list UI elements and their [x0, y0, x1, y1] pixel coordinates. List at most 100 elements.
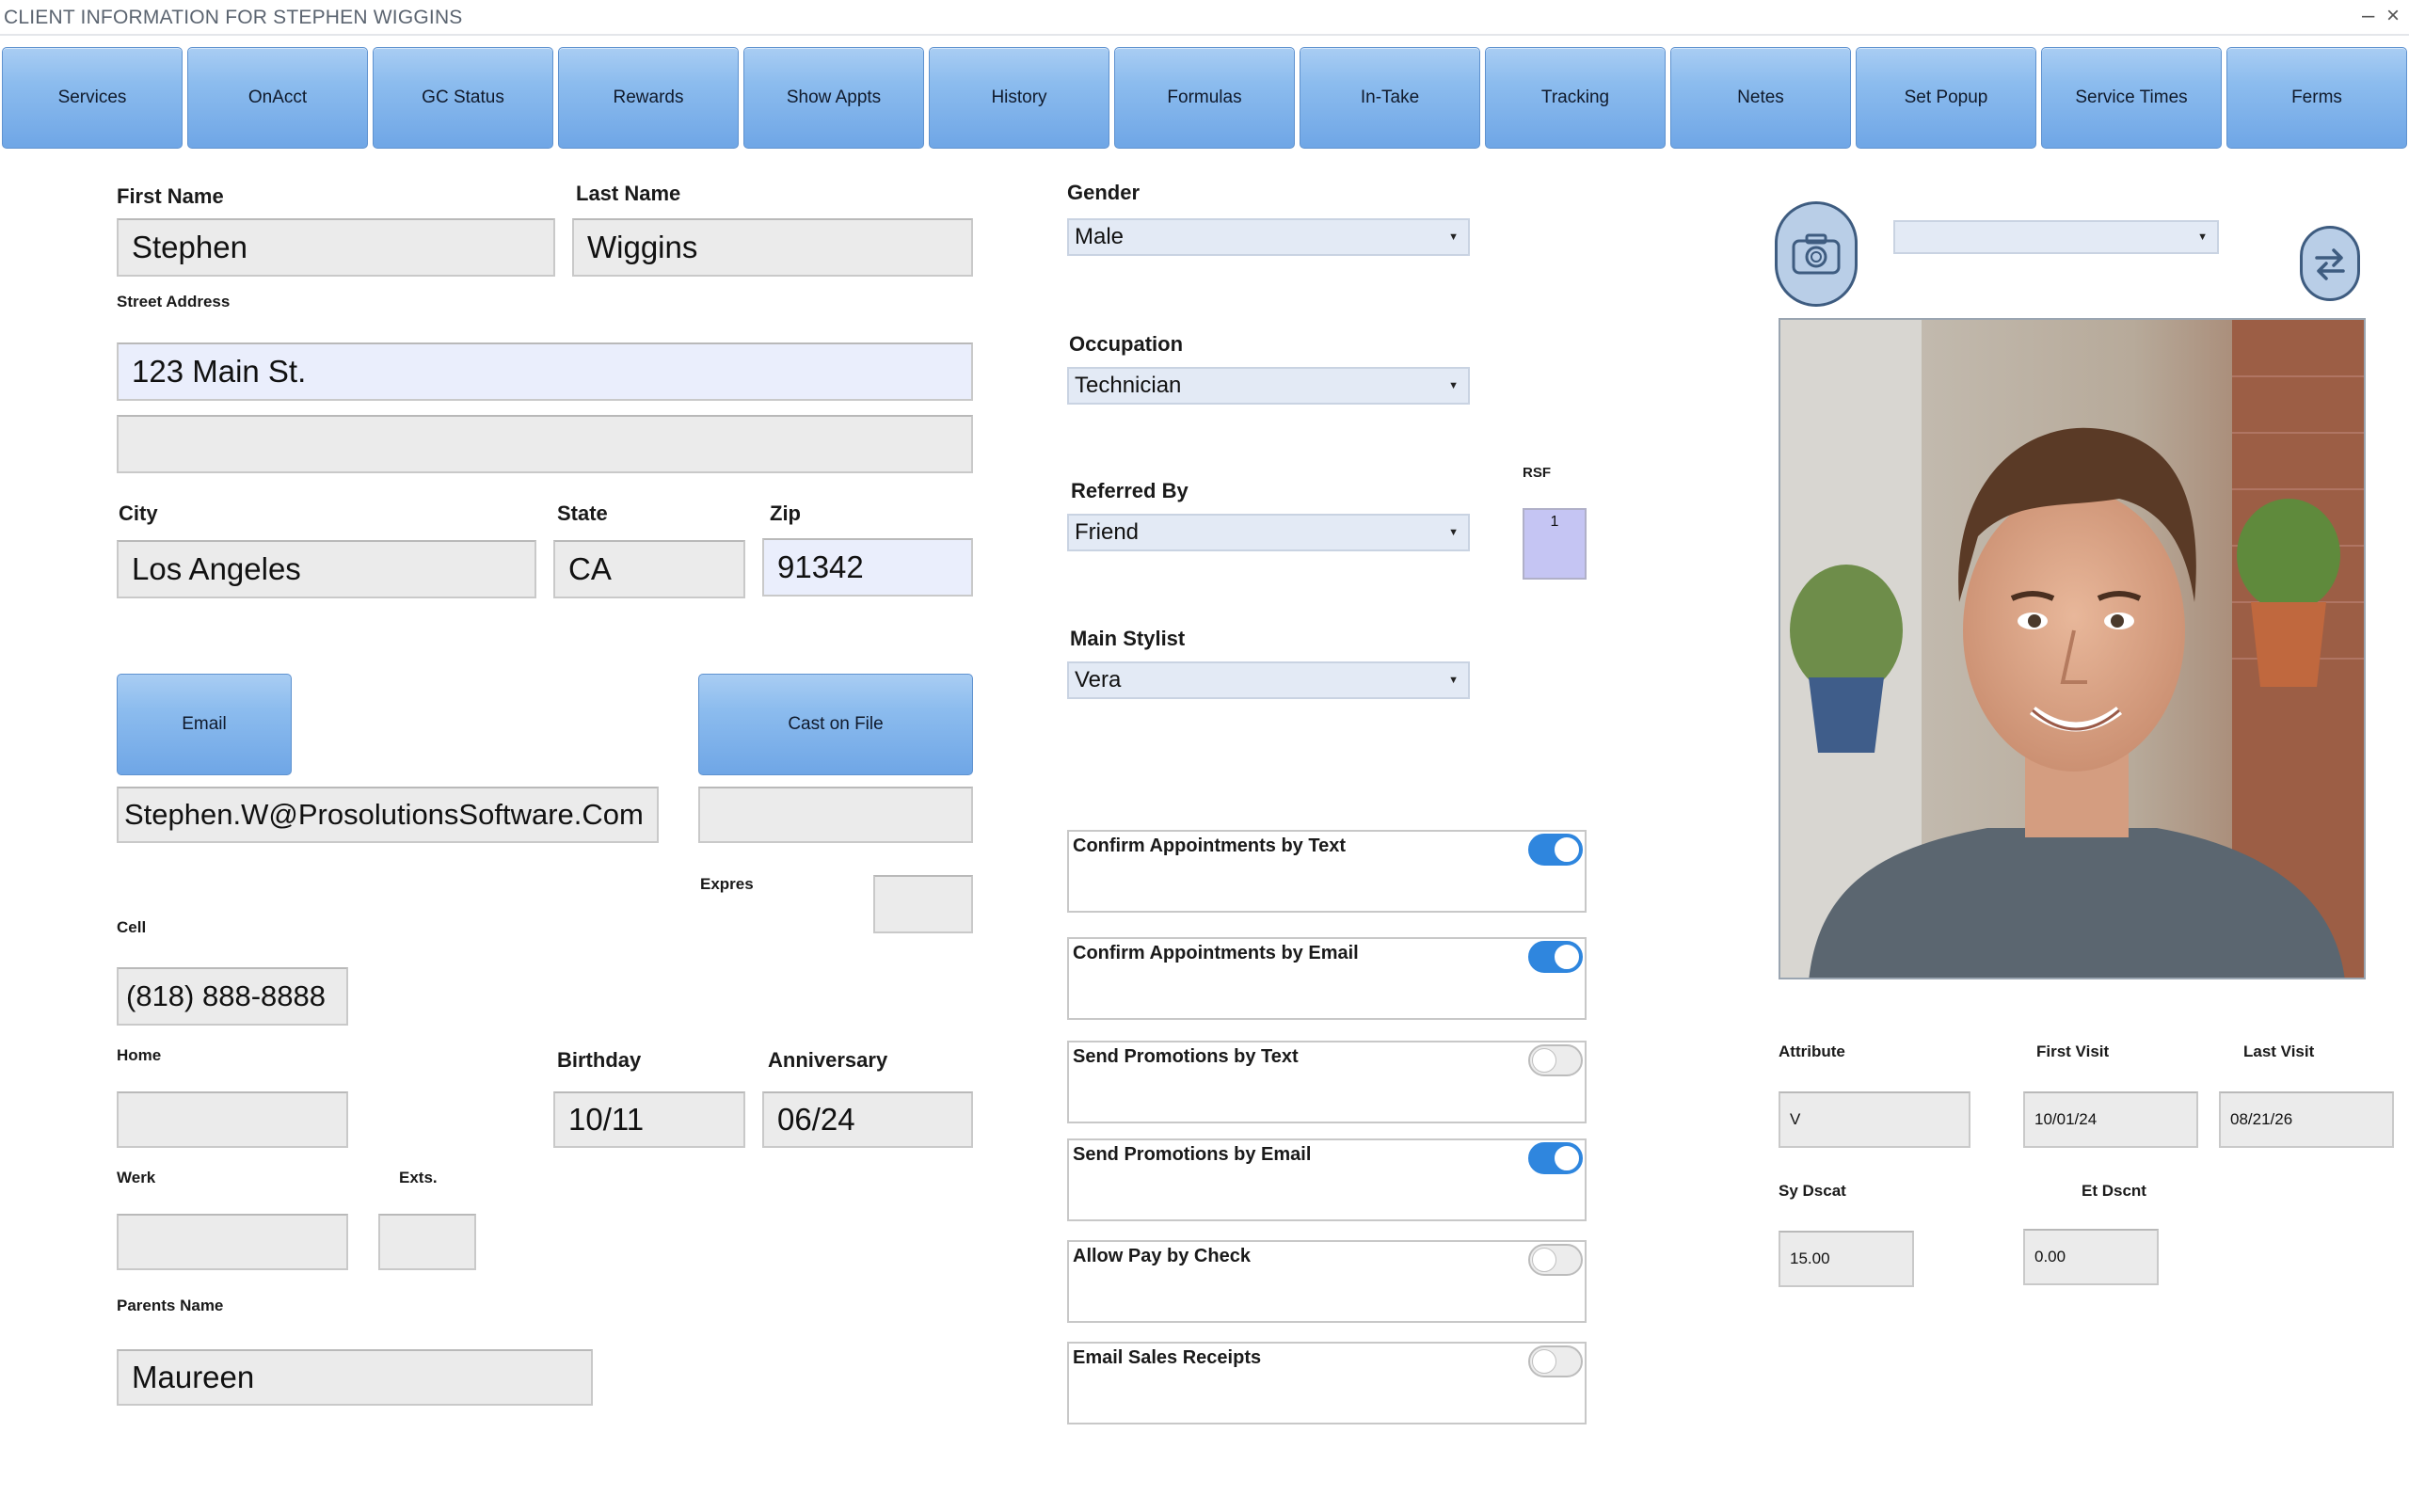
- email-sales-receipts-toggle[interactable]: [1528, 1345, 1583, 1377]
- nav-forms-button[interactable]: Ferms: [2226, 47, 2407, 149]
- nav-show-appts-button[interactable]: Show Appts: [743, 47, 924, 149]
- state-label: State: [557, 501, 608, 525]
- anniversary-label: Anniversary: [768, 1048, 888, 1072]
- send-promos-email-toggle[interactable]: [1528, 1142, 1583, 1174]
- work-label: Werk: [117, 1169, 156, 1186]
- toggle-label: Email Sales Receipts: [1073, 1347, 1262, 1368]
- main-stylist-label: Main Stylist: [1070, 627, 1186, 650]
- referred-by-value: Friend: [1075, 519, 1140, 545]
- email-sales-receipts-row: Email Sales Receipts: [1067, 1342, 1587, 1424]
- send-promos-text-toggle[interactable]: [1528, 1044, 1583, 1076]
- occupation-value: Technician: [1075, 373, 1182, 398]
- title-bar: CLIENT INFORMATION FOR STEPHEN WIGGINS –…: [0, 0, 2409, 36]
- swap-button[interactable]: [2300, 226, 2360, 301]
- city-input[interactable]: Los Angeles: [117, 540, 536, 598]
- nav-onacct-button[interactable]: OnAcct: [187, 47, 368, 149]
- expires-input[interactable]: [873, 875, 973, 933]
- referred-by-select[interactable]: Friend ▼: [1067, 514, 1470, 551]
- nav-formulas-button[interactable]: Formulas: [1114, 47, 1295, 149]
- chevron-down-icon: ▼: [1448, 675, 1459, 686]
- parents-name-input[interactable]: Maureen: [117, 1349, 593, 1406]
- confirm-appts-email-row: Confirm Appointments by Email: [1067, 937, 1587, 1020]
- toggle-label: Allow Pay by Check: [1073, 1246, 1251, 1266]
- et-discount-label: Et Dscnt: [2082, 1182, 2146, 1200]
- card-on-file-button[interactable]: Cast on File: [698, 674, 973, 775]
- photo-select[interactable]: ▼: [1893, 220, 2219, 254]
- zip-label: Zip: [770, 501, 801, 525]
- chevron-down-icon: ▼: [1448, 231, 1459, 243]
- confirm-appts-text-row: Confirm Appointments by Text: [1067, 830, 1587, 913]
- first-visit-input[interactable]: 10/01/24: [2023, 1091, 2198, 1148]
- street-address-2-input[interactable]: [117, 415, 973, 473]
- state-input[interactable]: CA: [553, 540, 745, 598]
- occupation-label: Occupation: [1069, 332, 1184, 356]
- nav-set-popup-button[interactable]: Set Popup: [1856, 47, 2036, 149]
- swap-arrows-icon: [2315, 248, 2345, 280]
- nav-services-button[interactable]: Services: [2, 47, 183, 149]
- client-photo: [1779, 318, 2366, 979]
- nav-notes-button[interactable]: Netes: [1670, 47, 1851, 149]
- attribute-label: Attribute: [1779, 1042, 1845, 1060]
- send-promos-email-row: Send Promotions by Email: [1067, 1138, 1587, 1221]
- toggle-label: Confirm Appointments by Email: [1073, 943, 1359, 963]
- nav-rewards-button[interactable]: Rewards: [558, 47, 739, 149]
- work-phone-input[interactable]: [117, 1214, 348, 1270]
- anniversary-input[interactable]: 06/24: [762, 1091, 973, 1148]
- rsf-input[interactable]: 1: [1523, 508, 1587, 580]
- client-portrait-image: [1780, 320, 2364, 978]
- last-name-input[interactable]: Wiggins: [572, 218, 973, 277]
- cell-phone-input[interactable]: (818) 888-8888: [117, 967, 348, 1026]
- main-stylist-value: Vera: [1075, 667, 1122, 692]
- card-on-file-input[interactable]: [698, 787, 973, 843]
- street-address-label: Street Address: [117, 293, 231, 310]
- expires-label: Expres: [700, 875, 754, 893]
- toggle-label: Send Promotions by Email: [1073, 1144, 1312, 1165]
- gender-select[interactable]: Male ▼: [1067, 218, 1470, 256]
- nav-tracking-button[interactable]: Tracking: [1485, 47, 1666, 149]
- attribute-input[interactable]: V: [1779, 1091, 1970, 1148]
- toggle-label: Confirm Appointments by Text: [1073, 836, 1346, 856]
- home-label: Home: [117, 1046, 162, 1064]
- nav-gc-status-button[interactable]: GC Status: [373, 47, 553, 149]
- nav-service-times-button[interactable]: Service Times: [2041, 47, 2222, 149]
- allow-pay-check-row: Allow Pay by Check: [1067, 1240, 1587, 1323]
- first-visit-label: First Visit: [2036, 1042, 2110, 1060]
- home-phone-input[interactable]: [117, 1091, 348, 1148]
- close-button[interactable]: ×: [2386, 4, 2400, 28]
- gender-value: Male: [1075, 224, 1125, 249]
- chevron-down-icon: ▼: [2197, 231, 2208, 243]
- sv-discount-input[interactable]: 15.00: [1779, 1231, 1914, 1287]
- nav-intake-button[interactable]: In-Take: [1300, 47, 1480, 149]
- confirm-appts-email-toggle[interactable]: [1528, 941, 1583, 973]
- send-promos-text-row: Send Promotions by Text: [1067, 1041, 1587, 1123]
- occupation-select[interactable]: Technician ▼: [1067, 367, 1470, 405]
- rsf-label: RSF: [1523, 465, 1551, 481]
- main-stylist-select[interactable]: Vera ▼: [1067, 661, 1470, 699]
- street-address-input[interactable]: 123 Main St.: [117, 342, 973, 401]
- camera-icon: [1792, 233, 1841, 275]
- email-button[interactable]: Email: [117, 674, 292, 775]
- top-nav: Services OnAcct GC Status Rewards Show A…: [2, 47, 2407, 151]
- first-name-input[interactable]: Stephen: [117, 218, 555, 277]
- last-visit-input[interactable]: 08/21/26: [2219, 1091, 2394, 1148]
- window-title: CLIENT INFORMATION FOR STEPHEN WIGGINS: [4, 7, 463, 28]
- et-discount-input[interactable]: 0.00: [2023, 1229, 2159, 1285]
- nav-history-button[interactable]: History: [929, 47, 1109, 149]
- zip-input[interactable]: 91342: [762, 538, 973, 597]
- ext-input[interactable]: [378, 1214, 476, 1270]
- last-visit-label: Last Visit: [2243, 1042, 2315, 1060]
- minimize-button[interactable]: –: [2362, 4, 2374, 28]
- parents-name-label: Parents Name: [117, 1297, 224, 1314]
- allow-pay-check-toggle[interactable]: [1528, 1244, 1583, 1276]
- birthday-label: Birthday: [557, 1048, 642, 1072]
- referred-by-label: Referred By: [1071, 479, 1189, 502]
- email-input[interactable]: Stephen.W@ProsolutionsSoftware.Com: [117, 787, 659, 843]
- chevron-down-icon: ▼: [1448, 380, 1459, 391]
- last-name-label: Last Name: [576, 182, 681, 205]
- birthday-input[interactable]: 10/11: [553, 1091, 745, 1148]
- confirm-appts-text-toggle[interactable]: [1528, 834, 1583, 866]
- sv-discount-label: Sy Dscat: [1779, 1182, 1846, 1200]
- camera-button[interactable]: [1775, 201, 1858, 307]
- ext-label: Exts.: [399, 1169, 438, 1186]
- first-name-label: First Name: [117, 184, 224, 208]
